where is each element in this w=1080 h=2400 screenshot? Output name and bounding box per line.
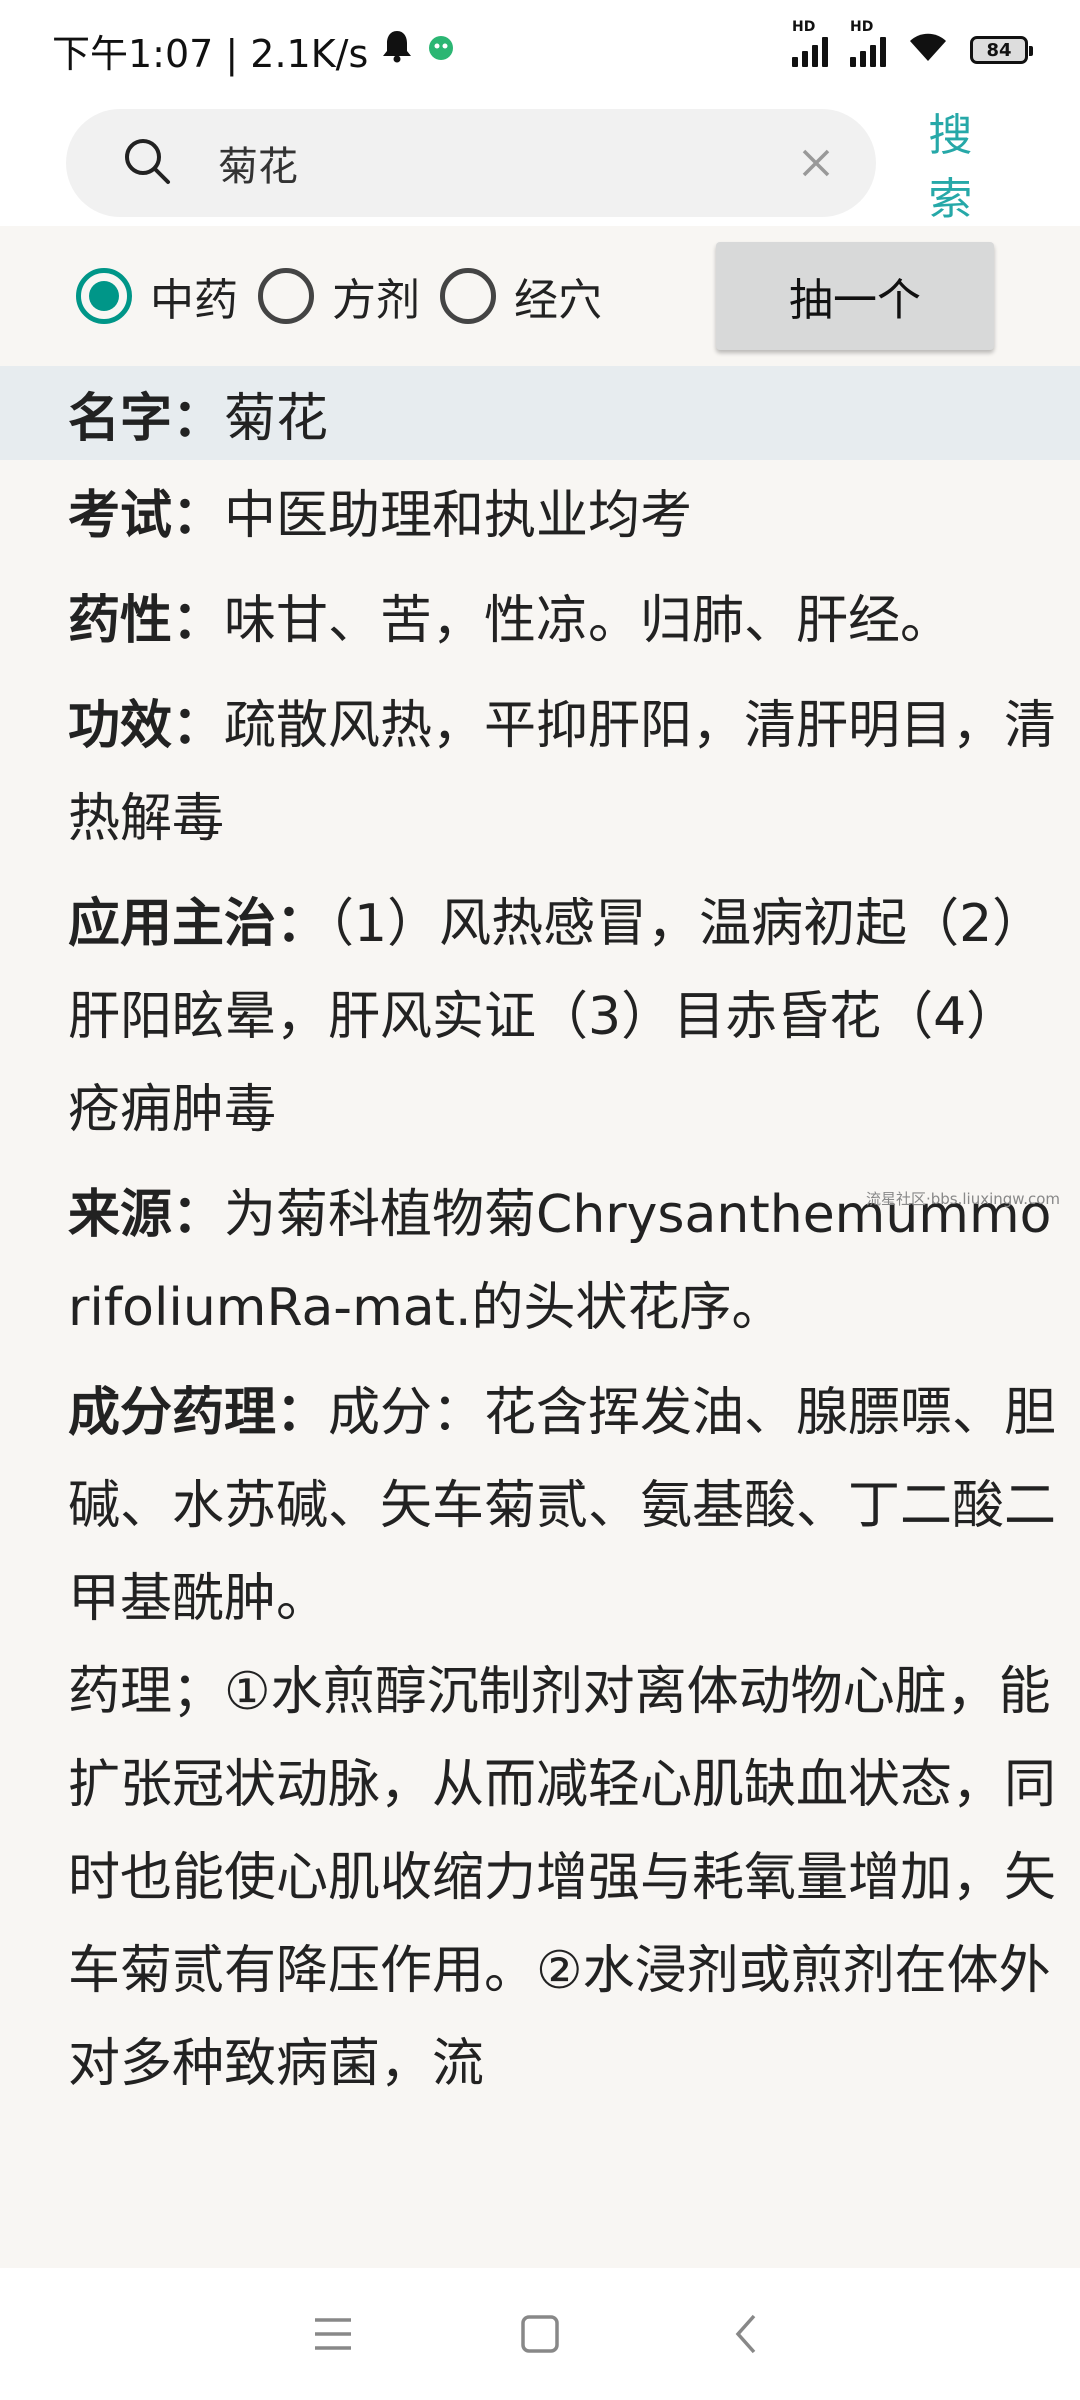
back-icon [735,2314,755,2354]
home-nav-button[interactable] [500,2294,580,2374]
watermark: 流星社区·bbs.liuxingw.com [866,1190,1061,1208]
status-bar: 下午1:07 | 2.1K/s HD HD 84 [0,0,1080,100]
wifi-icon [908,28,948,72]
indication-key: 应用主治： [68,894,329,954]
source-key: 来源： [68,1185,225,1245]
radio-label: 经穴 [514,275,602,326]
pharmacology-field: 成分药理：成分：花含挥发油、腺膘嘌、胆碱、水苏碱、矢车菊贰、氨基酸、丁二酸二甲基… [68,1367,1058,2111]
app-notification-icon [426,28,456,72]
entry-details: 考试：中医助理和执业均考 药性：味甘、苦，性凉。归肺、肝经。 功效：疏散风热，平… [68,470,1058,2123]
home-icon [521,2315,559,2353]
radio-unchecked-icon [440,268,496,324]
radio-unchecked-icon [258,268,314,324]
back-nav-button[interactable] [707,2294,787,2374]
signal-2-icon: HD [850,19,886,67]
category-options: 中药 方剂 经穴 抽一个 [0,226,1080,366]
radio-chinese-medicine[interactable]: 中药 [76,264,238,328]
nature-field: 药性：味甘、苦，性凉。归肺、肝经。 [68,575,1058,668]
search-box[interactable] [66,109,877,217]
name-row: 名字： 菊花 [0,366,1080,460]
radio-label: 中药 [150,275,238,326]
name-key: 名字： [68,388,225,449]
search-header: 搜索 [0,100,1080,226]
clear-icon[interactable] [796,143,836,183]
pharmacology-key: 成分药理： [68,1383,329,1443]
battery-icon: 84 [970,36,1033,64]
search-icon [122,136,172,190]
name-value: 菊花 [224,388,329,449]
signal-1-icon: HD [792,19,828,67]
exam-key: 考试： [68,486,225,546]
radio-label: 方剂 [332,275,420,326]
bell-icon [382,28,412,72]
draw-random-button[interactable]: 抽一个 [716,242,994,350]
search-button[interactable]: 搜索 [928,99,1014,227]
nature-value: 味甘、苦，性凉。归肺、肝经。 [224,591,953,651]
battery-level: 84 [986,39,1012,61]
nature-key: 药性： [68,591,225,651]
radio-acupoint[interactable]: 经穴 [440,264,602,328]
radio-checked-icon [76,268,132,324]
exam-field: 考试：中医助理和执业均考 [68,470,1058,563]
menu-icon [315,2318,352,2350]
exam-value: 中医助理和执业均考 [224,486,693,546]
effect-field: 功效：疏散风热，平抑肝阳，清肝明目，清热解毒 [68,680,1058,866]
effect-key: 功效： [68,696,225,756]
system-nav-bar [0,2268,1080,2400]
indication-field: 应用主治：（1）风热感冒，温病初起（2）肝阳眩晕，肝风实证（3）目赤昏花（4）疮… [68,878,1058,1157]
radio-prescription[interactable]: 方剂 [258,264,420,328]
menu-nav-button[interactable] [293,2294,373,2374]
status-time: 下午1:07 | 2.1K/s [52,31,369,76]
pharmacology-text: 药理；①水煎醇沉制剂对离体动物心脏，能扩张冠状动脉，从而减轻心肌缺血状态，同时也… [68,1662,1057,2094]
search-input[interactable] [218,140,797,186]
